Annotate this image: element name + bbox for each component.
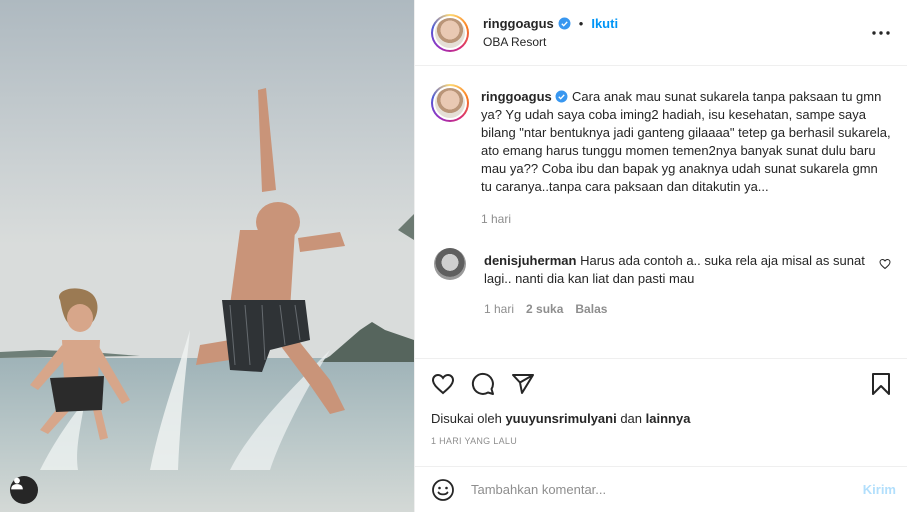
follow-button[interactable]: Ikuti (591, 16, 618, 31)
author-username[interactable]: ringgoagus (483, 16, 554, 31)
comments-list: ringgoagus Cara anak mau sunat sukarela … (415, 66, 907, 354)
comment-username[interactable]: denisjuherman (484, 253, 576, 268)
comment-input[interactable] (471, 482, 863, 497)
caption: ringgoagus Cara anak mau sunat sukarela … (431, 84, 891, 226)
photo-illustration (0, 0, 414, 512)
likes-user[interactable]: yuuyunsrimulyani (505, 411, 616, 426)
comment-item: denisjuherman Harus ada contoh a.. suka … (431, 248, 891, 316)
add-comment-bar: Kirim (415, 466, 907, 512)
post-photo[interactable] (0, 0, 414, 512)
caption-text: Cara anak mau sunat sukarela tanpa paksa… (481, 89, 891, 194)
verified-badge-icon (558, 17, 571, 30)
avatar[interactable] (434, 248, 466, 280)
heart-icon[interactable] (431, 372, 455, 396)
likes-summary: Disukai oleh yuuyunsrimulyani dan lainny… (431, 411, 892, 426)
post-side-panel: ringgoagus • Ikuti OBA Resort ringgoagus… (414, 0, 907, 512)
likes-connector: dan (620, 411, 643, 426)
likes-prefix: Disukai oleh (431, 411, 502, 426)
more-horizontal-icon[interactable] (869, 21, 893, 45)
caption-username[interactable]: ringgoagus (481, 89, 552, 104)
reply-button[interactable]: Balas (575, 302, 607, 316)
comment-heart-icon[interactable] (879, 258, 891, 270)
post-comment-button[interactable]: Kirim (863, 482, 896, 497)
comment-likes[interactable]: 2 suka (526, 302, 563, 316)
emoji-icon[interactable] (431, 478, 455, 502)
caption-time[interactable]: 1 hari (481, 212, 511, 226)
comment-icon[interactable] (471, 372, 495, 396)
post-header: ringgoagus • Ikuti OBA Resort (415, 0, 907, 66)
post-actions: Disukai oleh yuuyunsrimulyani dan lainny… (415, 358, 907, 446)
user-tag-icon[interactable] (10, 476, 38, 504)
paper-plane-icon[interactable] (511, 372, 535, 396)
avatar[interactable] (431, 13, 469, 52)
post-dialog: ringgoagus • Ikuti OBA Resort ringgoagus… (0, 0, 907, 512)
comment-time[interactable]: 1 hari (484, 302, 514, 316)
post-date[interactable]: 1 HARI YANG LALU (431, 436, 892, 446)
avatar[interactable] (431, 84, 469, 122)
location-link[interactable]: OBA Resort (483, 35, 869, 49)
separator-dot: • (578, 16, 584, 31)
verified-badge-icon (555, 90, 568, 103)
likes-others[interactable]: lainnya (646, 411, 691, 426)
bookmark-icon[interactable] (870, 372, 892, 396)
